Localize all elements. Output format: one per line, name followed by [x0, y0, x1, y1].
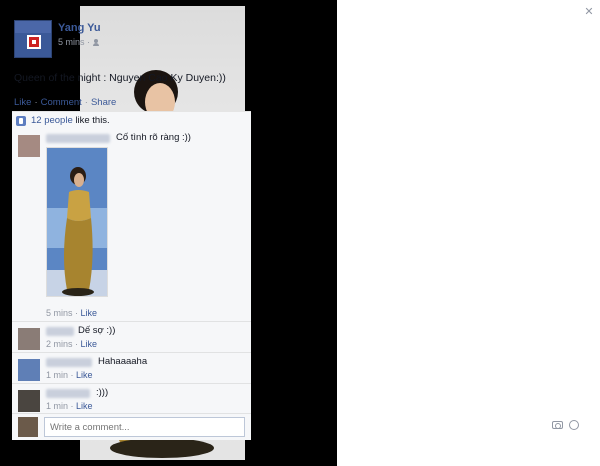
- comment-meta: 1 min · Like: [46, 401, 93, 411]
- commenter-name-blurred[interactable]: [46, 134, 110, 143]
- comment-item: :))) 1 min · Like: [12, 384, 251, 414]
- commenter-name-blurred[interactable]: [46, 389, 90, 398]
- post-text: Queen of the night : Nguyen Cao Ky Duyen…: [14, 72, 226, 84]
- likes-text: 12 people like this.: [31, 115, 110, 126]
- post-actions: Like · Comment · Share: [14, 97, 116, 108]
- camera-icon[interactable]: [552, 421, 563, 429]
- comment-time[interactable]: 1 min ·: [46, 401, 74, 411]
- comment-text: Hahaaaaha: [98, 356, 148, 367]
- comment-text: :))): [96, 387, 109, 398]
- close-icon[interactable]: ✕: [582, 5, 596, 19]
- comment-time[interactable]: 2 mins ·: [46, 339, 78, 349]
- friends-icon[interactable]: [93, 38, 101, 46]
- commenter-avatar[interactable]: [18, 359, 40, 381]
- post-time[interactable]: 5 mins ·: [58, 37, 90, 47]
- like-link[interactable]: Like: [14, 97, 31, 108]
- comment-time[interactable]: 1 min ·: [46, 370, 74, 380]
- comment-meta: 5 mins · Like: [46, 308, 97, 318]
- thumbs-up-icon: [16, 115, 26, 126]
- comment-time[interactable]: 5 mins ·: [46, 308, 78, 318]
- comment-item: Hahaaaaha 1 min · Like: [12, 353, 251, 384]
- comment-composer: [12, 414, 251, 440]
- comment-item: Cố tình rõ ràng :)) 5 mins · Like: [12, 129, 251, 322]
- comment-like-link[interactable]: Like: [76, 370, 93, 380]
- separator: ·: [84, 97, 88, 108]
- commenter-avatar[interactable]: [18, 135, 40, 157]
- comment-photo-illustration: [47, 148, 107, 296]
- comment-input[interactable]: [44, 417, 245, 437]
- post-panel: [337, 0, 600, 466]
- likes-summary: 12 people like this.: [12, 111, 251, 130]
- commenter-avatar[interactable]: [18, 390, 40, 412]
- separator: ·: [34, 97, 38, 108]
- comment-like-link[interactable]: Like: [76, 401, 93, 411]
- comment-meta: 1 min · Like: [46, 370, 93, 380]
- post-meta: 5 mins ·: [58, 37, 101, 47]
- commenter-avatar[interactable]: [18, 328, 40, 350]
- share-link[interactable]: Share: [91, 97, 116, 108]
- comment-photo[interactable]: [46, 147, 108, 297]
- likes-count-link[interactable]: 12 people: [31, 115, 73, 126]
- comment-text: Dế sợ :)): [78, 325, 116, 336]
- emoji-icon[interactable]: [569, 420, 579, 430]
- current-user-avatar: [18, 417, 38, 437]
- comment-text: Cố tình rõ ràng :)): [116, 132, 191, 143]
- author-name[interactable]: Yang Yu: [58, 22, 101, 34]
- comment-like-link[interactable]: Like: [81, 308, 98, 318]
- comment-item: Dế sợ :)) 2 mins · Like: [12, 322, 251, 353]
- comment-like-link[interactable]: Like: [81, 339, 98, 349]
- comment-meta: 2 mins · Like: [46, 339, 97, 349]
- commenter-name-blurred[interactable]: [46, 358, 92, 367]
- author-avatar[interactable]: [14, 20, 52, 58]
- commenter-name-blurred[interactable]: [46, 327, 74, 336]
- comment-link[interactable]: Comment: [41, 97, 82, 108]
